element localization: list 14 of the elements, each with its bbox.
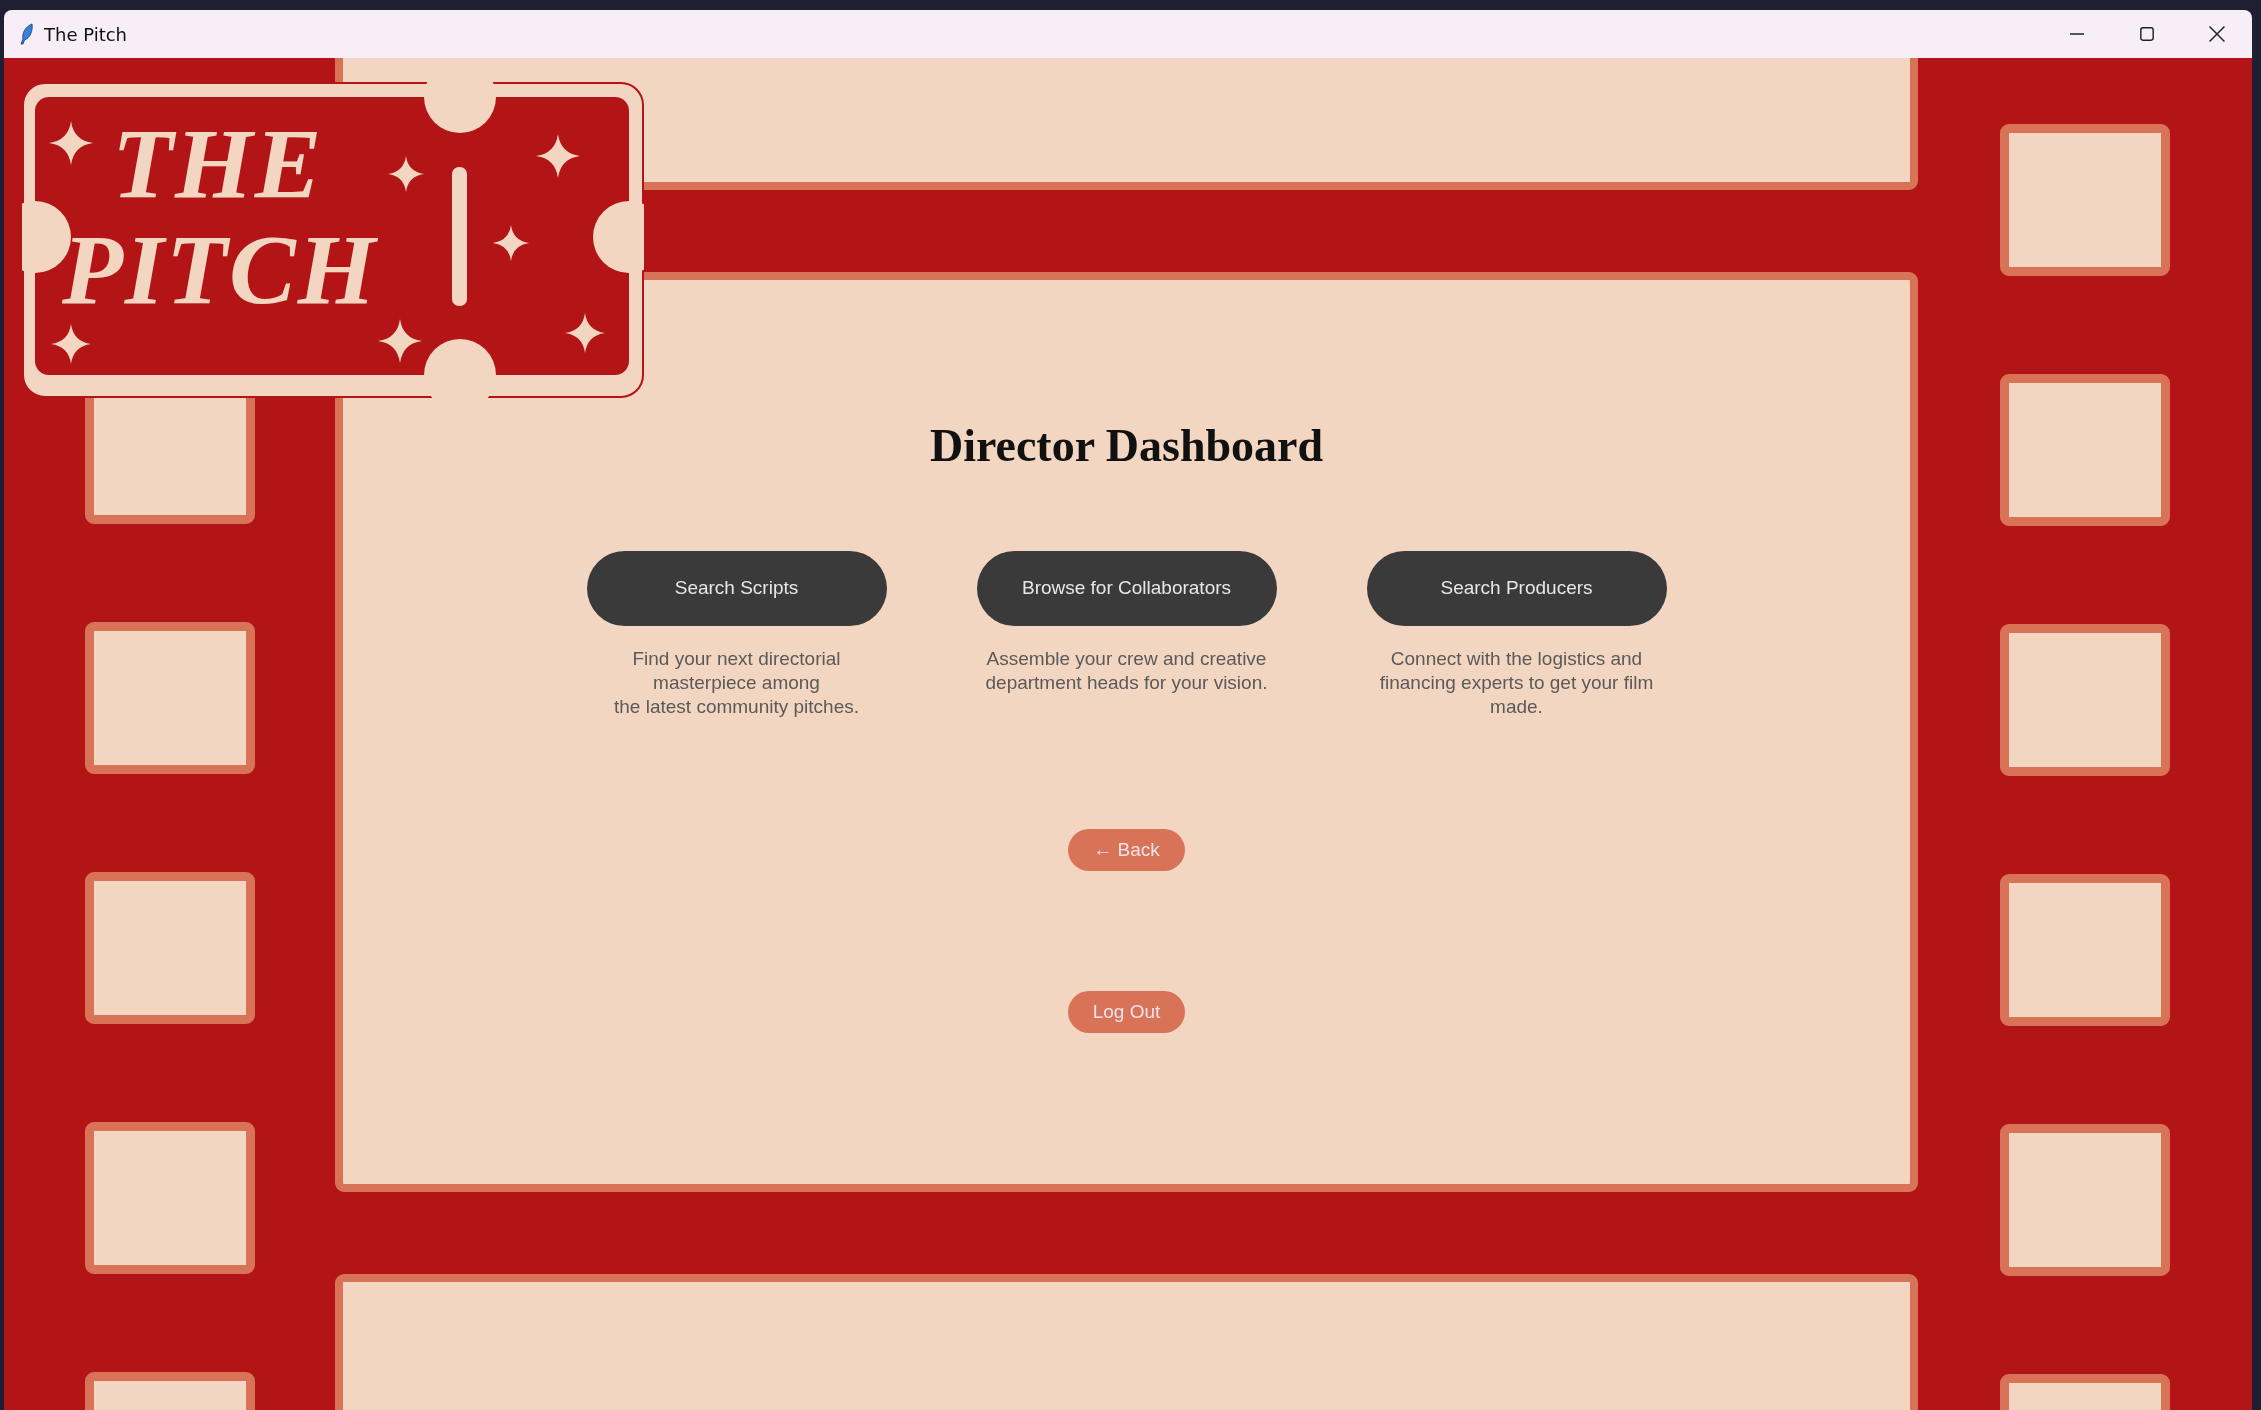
logo-text: PITCH xyxy=(62,220,379,320)
action-button[interactable]: Browse for Collaborators xyxy=(976,551,1277,627)
action-button[interactable]: Search Producers xyxy=(1366,551,1667,627)
feather-icon xyxy=(20,23,34,45)
logo-text: THE xyxy=(112,114,325,214)
action-description: Assemble your crew and creative department heads for your vision. xyxy=(984,647,1269,696)
minimize-icon xyxy=(2070,33,2084,35)
action-description: Find your next directorial masterpiece among the latest community pitches. xyxy=(613,647,860,720)
page-heading: Director Dashboard xyxy=(929,419,1324,473)
window-title: The Pitch xyxy=(44,22,128,47)
close-icon xyxy=(2209,26,2225,42)
maximize-icon xyxy=(2140,27,2154,41)
action-description: Connect with the logistics and financing experts to get your film made. xyxy=(1378,647,1655,720)
action-button[interactable]: Search Scripts xyxy=(586,551,887,627)
